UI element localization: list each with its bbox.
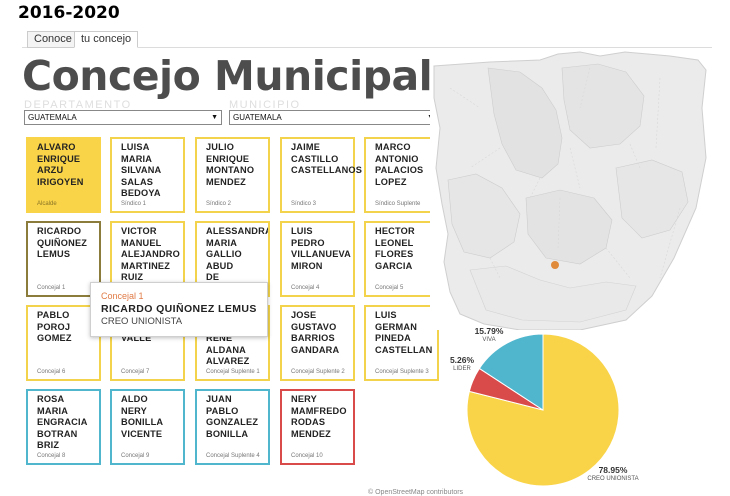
pie-name-lider: LIDER [453,366,471,372]
member-name: ALDO NERY BONILLA VICENTE [121,394,164,439]
council-card-15[interactable]: LUIS GERMAN PINEDA CASTELLAN Concejal Sup… [364,305,439,381]
council-card-9[interactable]: LUIS PEDRO VILLANUEVA MIRON Concejal 4 [280,221,355,297]
member-name: NERY MAMFREDO RODAS MENDEZ [291,394,347,439]
municipio-select[interactable]: GUATEMALA ▼ [229,110,438,125]
member-role: Concejal Suplente 3 [375,369,429,375]
member-role: Concejal Suplente 1 [206,369,260,375]
member-role: Concejal 8 [37,453,66,459]
council-card-3[interactable]: JULIO ENRIQUE MONTANO MENDEZ Síndico 2 [195,137,270,213]
pie-label-creo: 78.95% CREO UNIONISTA [578,466,648,484]
member-role: Concejal Suplente 2 [291,369,345,375]
member-role: Concejal 10 [291,453,323,459]
member-name: ROSA MARIA ENGRACIA BOTRAN BRIZ [37,394,88,450]
member-role: Alcalde [37,201,57,207]
member-name: HECTOR LEONEL FLORES GARCIA [375,226,415,271]
tab-conoce[interactable]: Conoce [27,31,79,48]
council-card-10[interactable]: HECTOR LEONEL FLORES GARCIA Concejal 5 [364,221,439,297]
member-name: LUISA MARIA SILVANA SALAS BEDOYA [121,142,162,198]
tooltip-party: CREO UNIONISTA [101,316,183,327]
council-card-19[interactable]: NERY MAMFREDO RODAS MENDEZ Concejal 10 [280,389,355,465]
period-title: 2016-2020 [18,3,120,23]
member-name: LUIS GERMAN PINEDA CASTELLAN [375,310,433,355]
member-tooltip: Concejal 1 RICARDO QUIÑONEZ LEMUS CREO U… [90,282,268,337]
member-role: Síndico 3 [291,201,317,207]
member-role: Síndico 1 [121,201,147,207]
departamento-select[interactable]: GUATEMALA ▼ [24,110,222,125]
council-card-2[interactable]: LUISA MARIA SILVANA SALAS BEDOYA Síndico … [110,137,185,213]
location-marker-icon [551,261,559,269]
municipio-value: GUATEMALA [233,113,282,122]
tooltip-name: RICARDO QUIÑONEZ LEMUS [101,303,257,315]
member-name: LUIS PEDRO VILLANUEVA MIRON [291,226,352,271]
page-title: Concejo Municipal [22,52,433,100]
guatemala-map[interactable] [430,48,710,330]
member-name: JULIO ENRIQUE MONTANO MENDEZ [206,142,255,187]
departamento-value: GUATEMALA [28,113,77,122]
tooltip-role: Concejal 1 [101,291,144,301]
council-card-16[interactable]: ROSA MARIA ENGRACIA BOTRAN BRIZ Concejal … [26,389,101,465]
member-role: Concejal 7 [121,369,150,375]
council-card-4[interactable]: JAIME CASTILLO CASTELLANOS Síndico 3 [280,137,363,213]
map-credit: © OpenStreetMap contributors [368,489,464,496]
member-role: Concejal 6 [37,369,66,375]
tab-bar: Conoce tu concejo [22,31,712,48]
member-role: Concejal 4 [291,285,320,291]
member-name: MARCO ANTONIO PALACIOS LOPEZ [375,142,424,187]
member-name: RICARDO QUIÑONEZ LEMUS [37,226,88,259]
council-card-17[interactable]: ALDO NERY BONILLA VICENTE Concejal 9 [110,389,185,465]
member-role: Síndico Suplente [375,201,421,207]
member-name: VICTOR MANUEL ALEJANDRO MARTINEZ RUIZ [121,226,180,282]
pie-label-viva: 15.79% VIVA [467,327,511,345]
pie-name-creo: CREO UNIONISTA [587,476,639,482]
pie-pct-viva: 15.79% [474,326,504,336]
member-role: Concejal 5 [375,285,404,291]
council-card-18[interactable]: JUAN PABLO GONZALEZ BONILLA Concejal Supl… [195,389,270,465]
pie-pct-lider: 5.26% [449,355,475,365]
member-name: ALVARO ENRIQUE ARZU IRIGOYEN [37,142,84,187]
pie-pct-creo: 78.95% [598,465,628,475]
pie-label-lider: 5.26% LIDER [437,356,487,374]
member-name: JAIME CASTILLO CASTELLANOS [291,142,363,175]
member-role: Concejal 9 [121,453,150,459]
council-card-14[interactable]: JOSE GUSTAVO BARRIOS GANDARA Concejal Sup… [280,305,355,381]
member-name: JOSE GUSTAVO BARRIOS GANDARA [291,310,340,355]
member-role: Concejal 1 [37,285,66,291]
council-card-1[interactable]: ALVARO ENRIQUE ARZU IRIGOYEN Alcalde [26,137,101,213]
chevron-down-icon: ▼ [211,114,218,121]
member-role: Síndico 2 [206,201,232,207]
pie-name-viva: VIVA [482,337,496,343]
member-name: JUAN PABLO GONZALEZ BONILLA [206,394,259,439]
council-card-5[interactable]: MARCO ANTONIO PALACIOS LOPEZ Síndico Supl… [364,137,439,213]
tab-tu-concejo[interactable]: tu concejo [74,31,139,48]
member-role: Concejal Suplente 4 [206,453,260,459]
